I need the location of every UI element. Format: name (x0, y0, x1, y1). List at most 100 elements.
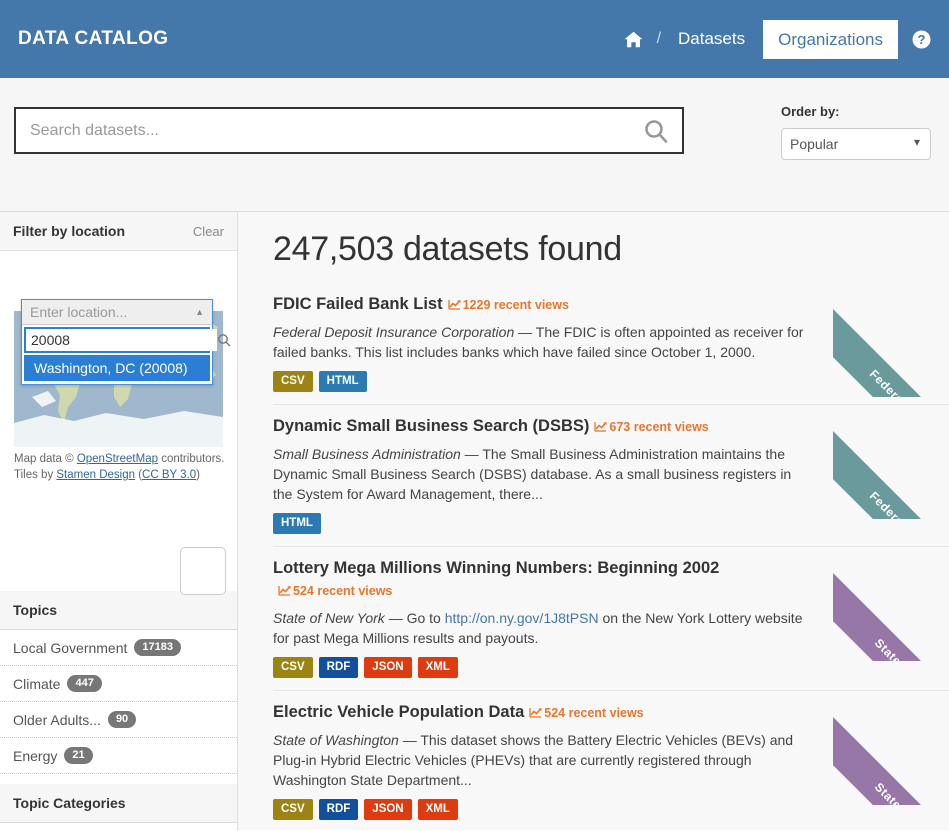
dataset-type-ribbon: State (833, 549, 949, 661)
dataset-headline: Electric Vehicle Population Data 524 rece… (273, 701, 809, 724)
topic-label: Older Adults... (13, 711, 101, 728)
stamen-design-link[interactable]: Stamen Design (56, 469, 135, 481)
topic-item[interactable]: Energy 21 (0, 738, 237, 774)
topic-count-badge: 90 (107, 711, 137, 728)
dataset-organization: State of New York (273, 610, 385, 626)
search-icon (217, 333, 231, 347)
format-badge-xml[interactable]: XML (417, 799, 458, 820)
results-main: 247,503 datasets found FDIC Failed Bank … (238, 212, 949, 830)
dataset-format-badges: CSV HTML (273, 371, 809, 392)
topic-category-item[interactable]: Arctic73 (0, 823, 237, 831)
map-zoom-control[interactable] (180, 547, 226, 595)
ribbon-label: Federal (866, 488, 910, 519)
dataset-title-link[interactable]: Dynamic Small Business Search (DSBS) (273, 417, 589, 435)
location-select-display[interactable]: Enter location... ▲ (22, 300, 212, 325)
recent-views-text: 524 recent views (293, 584, 393, 598)
dataset-notes: State of New York — Go to http://on.ny.g… (273, 610, 803, 646)
format-badge-json[interactable]: JSON (364, 657, 412, 678)
nav-link-datasets[interactable]: Datasets (668, 20, 755, 58)
format-badge-csv[interactable]: CSV (273, 371, 313, 392)
map-attr-prefix: Map data © (14, 453, 77, 465)
site-header: DATA CATALOG / Datasets Organizations ? (0, 0, 949, 78)
search-input[interactable] (16, 109, 630, 152)
svg-text:?: ? (918, 32, 926, 47)
topic-label: Climate (13, 675, 61, 692)
ribbon-band: State (833, 707, 949, 805)
openstreetmap-link[interactable]: OpenStreetMap (77, 453, 158, 465)
dataset-headline: Lottery Mega Millions Winning Numbers: B… (273, 557, 809, 602)
ribbon-band: Federal (833, 421, 949, 519)
location-option-washington-dc[interactable]: Washington, DC (20008) (24, 355, 210, 381)
topic-label: Energy (13, 747, 58, 764)
help-icon[interactable]: ? (912, 30, 931, 49)
topic-label: Local Government (13, 639, 128, 656)
dataset-title-link[interactable]: Electric Vehicle Population Data (273, 703, 524, 721)
topics-list: Local Government 17183 Climate 447 Older Adu… (0, 630, 237, 774)
format-badge-rdf[interactable]: RDF (318, 799, 359, 820)
recent-views-text: 1229 recent views (462, 298, 569, 312)
results-count-heading: 247,503 datasets found (273, 230, 622, 268)
format-badge-csv[interactable]: CSV (273, 657, 313, 678)
map-attr-suffix: contributors. (158, 453, 225, 465)
ribbon-label: State (871, 779, 905, 805)
format-badge-html[interactable]: HTML (318, 371, 367, 392)
format-badge-rdf[interactable]: RDF (318, 657, 359, 678)
location-search-input[interactable] (26, 329, 217, 351)
dataset-result-item: FDIC Failed Bank List 1229 recent views Fe… (273, 283, 949, 405)
location-search-row[interactable] (24, 327, 231, 353)
dataset-type-ribbon: State (833, 693, 949, 805)
dataset-external-link[interactable]: http://on.ny.gov/1J8tPSN (445, 610, 599, 626)
topic-categories-facet-title: Topic Categories (13, 795, 126, 811)
dataset-notes: Small Business Administration — The Smal… (273, 446, 792, 502)
topics-facet-title: Topics (13, 602, 58, 618)
paren-open: ( (135, 469, 143, 481)
location-select-dropdown[interactable]: Enter location... ▲ Washington, DC (2000… (21, 299, 231, 385)
dataset-headline: Dynamic Small Business Search (DSBS) 673 … (273, 415, 809, 438)
tiles-prefix: Tiles by (14, 469, 57, 481)
format-badge-csv[interactable]: CSV (273, 799, 313, 820)
location-facet-header: Filter by location Clear (0, 212, 237, 251)
search-strip: Order by: Popular ▾ (0, 78, 949, 212)
cc-license-link[interactable]: CC BY 3.0 (142, 469, 196, 481)
format-badge-json[interactable]: JSON (364, 799, 412, 820)
dataset-result-item: Dynamic Small Business Search (DSBS) 673 … (273, 405, 949, 547)
order-by-select[interactable]: Popular (781, 128, 931, 160)
ribbon-label: State (871, 635, 905, 661)
ribbon-band: Federal (833, 299, 949, 397)
dataset-headline: FDIC Failed Bank List 1229 recent views (273, 293, 809, 316)
ribbon-label: Federal (866, 366, 910, 397)
dataset-title-link[interactable]: Lottery Mega Millions Winning Numbers: B… (273, 559, 719, 577)
recent-views-text: 524 recent views (544, 706, 644, 720)
breadcrumb-separator: / (656, 30, 662, 47)
dataset-title-link[interactable]: FDIC Failed Bank List (273, 295, 443, 313)
format-badge-html[interactable]: HTML (273, 513, 321, 534)
dataset-result-item: Lottery Mega Millions Winning Numbers: B… (273, 547, 949, 691)
map-attribution: Map data © OpenStreetMap contributors. T… (14, 451, 228, 483)
topic-count-badge: 21 (64, 747, 93, 764)
dataset-recent-views: 1229 recent views (447, 298, 569, 312)
topic-count-badge: 447 (67, 675, 102, 692)
dataset-organization: Federal Deposit Insurance Corporation (273, 324, 515, 340)
topic-item[interactable]: Older Adults... 90 (0, 702, 237, 738)
caret-up-icon: ▲ (195, 307, 204, 317)
location-clear-link[interactable]: Clear (193, 224, 224, 239)
location-select-placeholder: Enter location... (30, 304, 128, 320)
header-nav: / Datasets Organizations ? (617, 19, 931, 59)
search-box[interactable] (14, 107, 684, 154)
dataset-recent-views: 673 recent views (594, 420, 709, 434)
dataset-type-ribbon: Federal (833, 285, 949, 397)
dataset-format-badges: CSV RDF JSON XML (273, 799, 809, 820)
format-badge-xml[interactable]: XML (417, 657, 458, 678)
location-facet-title: Filter by location (13, 223, 126, 239)
dataset-recent-views: 524 recent views (278, 584, 392, 598)
topic-item[interactable]: Climate 447 (0, 666, 237, 702)
dataset-notes: Federal Deposit Insurance Corporation — … (273, 324, 804, 360)
topic-categories-list: Arctic73Water66 (0, 823, 237, 831)
ribbon-band: State (833, 563, 949, 661)
dataset-list: FDIC Failed Bank List 1229 recent views Fe… (273, 283, 949, 830)
home-icon[interactable] (617, 31, 650, 48)
search-submit-button[interactable] (630, 109, 682, 152)
dataset-organization: State of Washington (273, 732, 399, 748)
nav-tab-organizations[interactable]: Organizations (763, 19, 898, 59)
topic-item[interactable]: Local Government 17183 (0, 630, 237, 666)
